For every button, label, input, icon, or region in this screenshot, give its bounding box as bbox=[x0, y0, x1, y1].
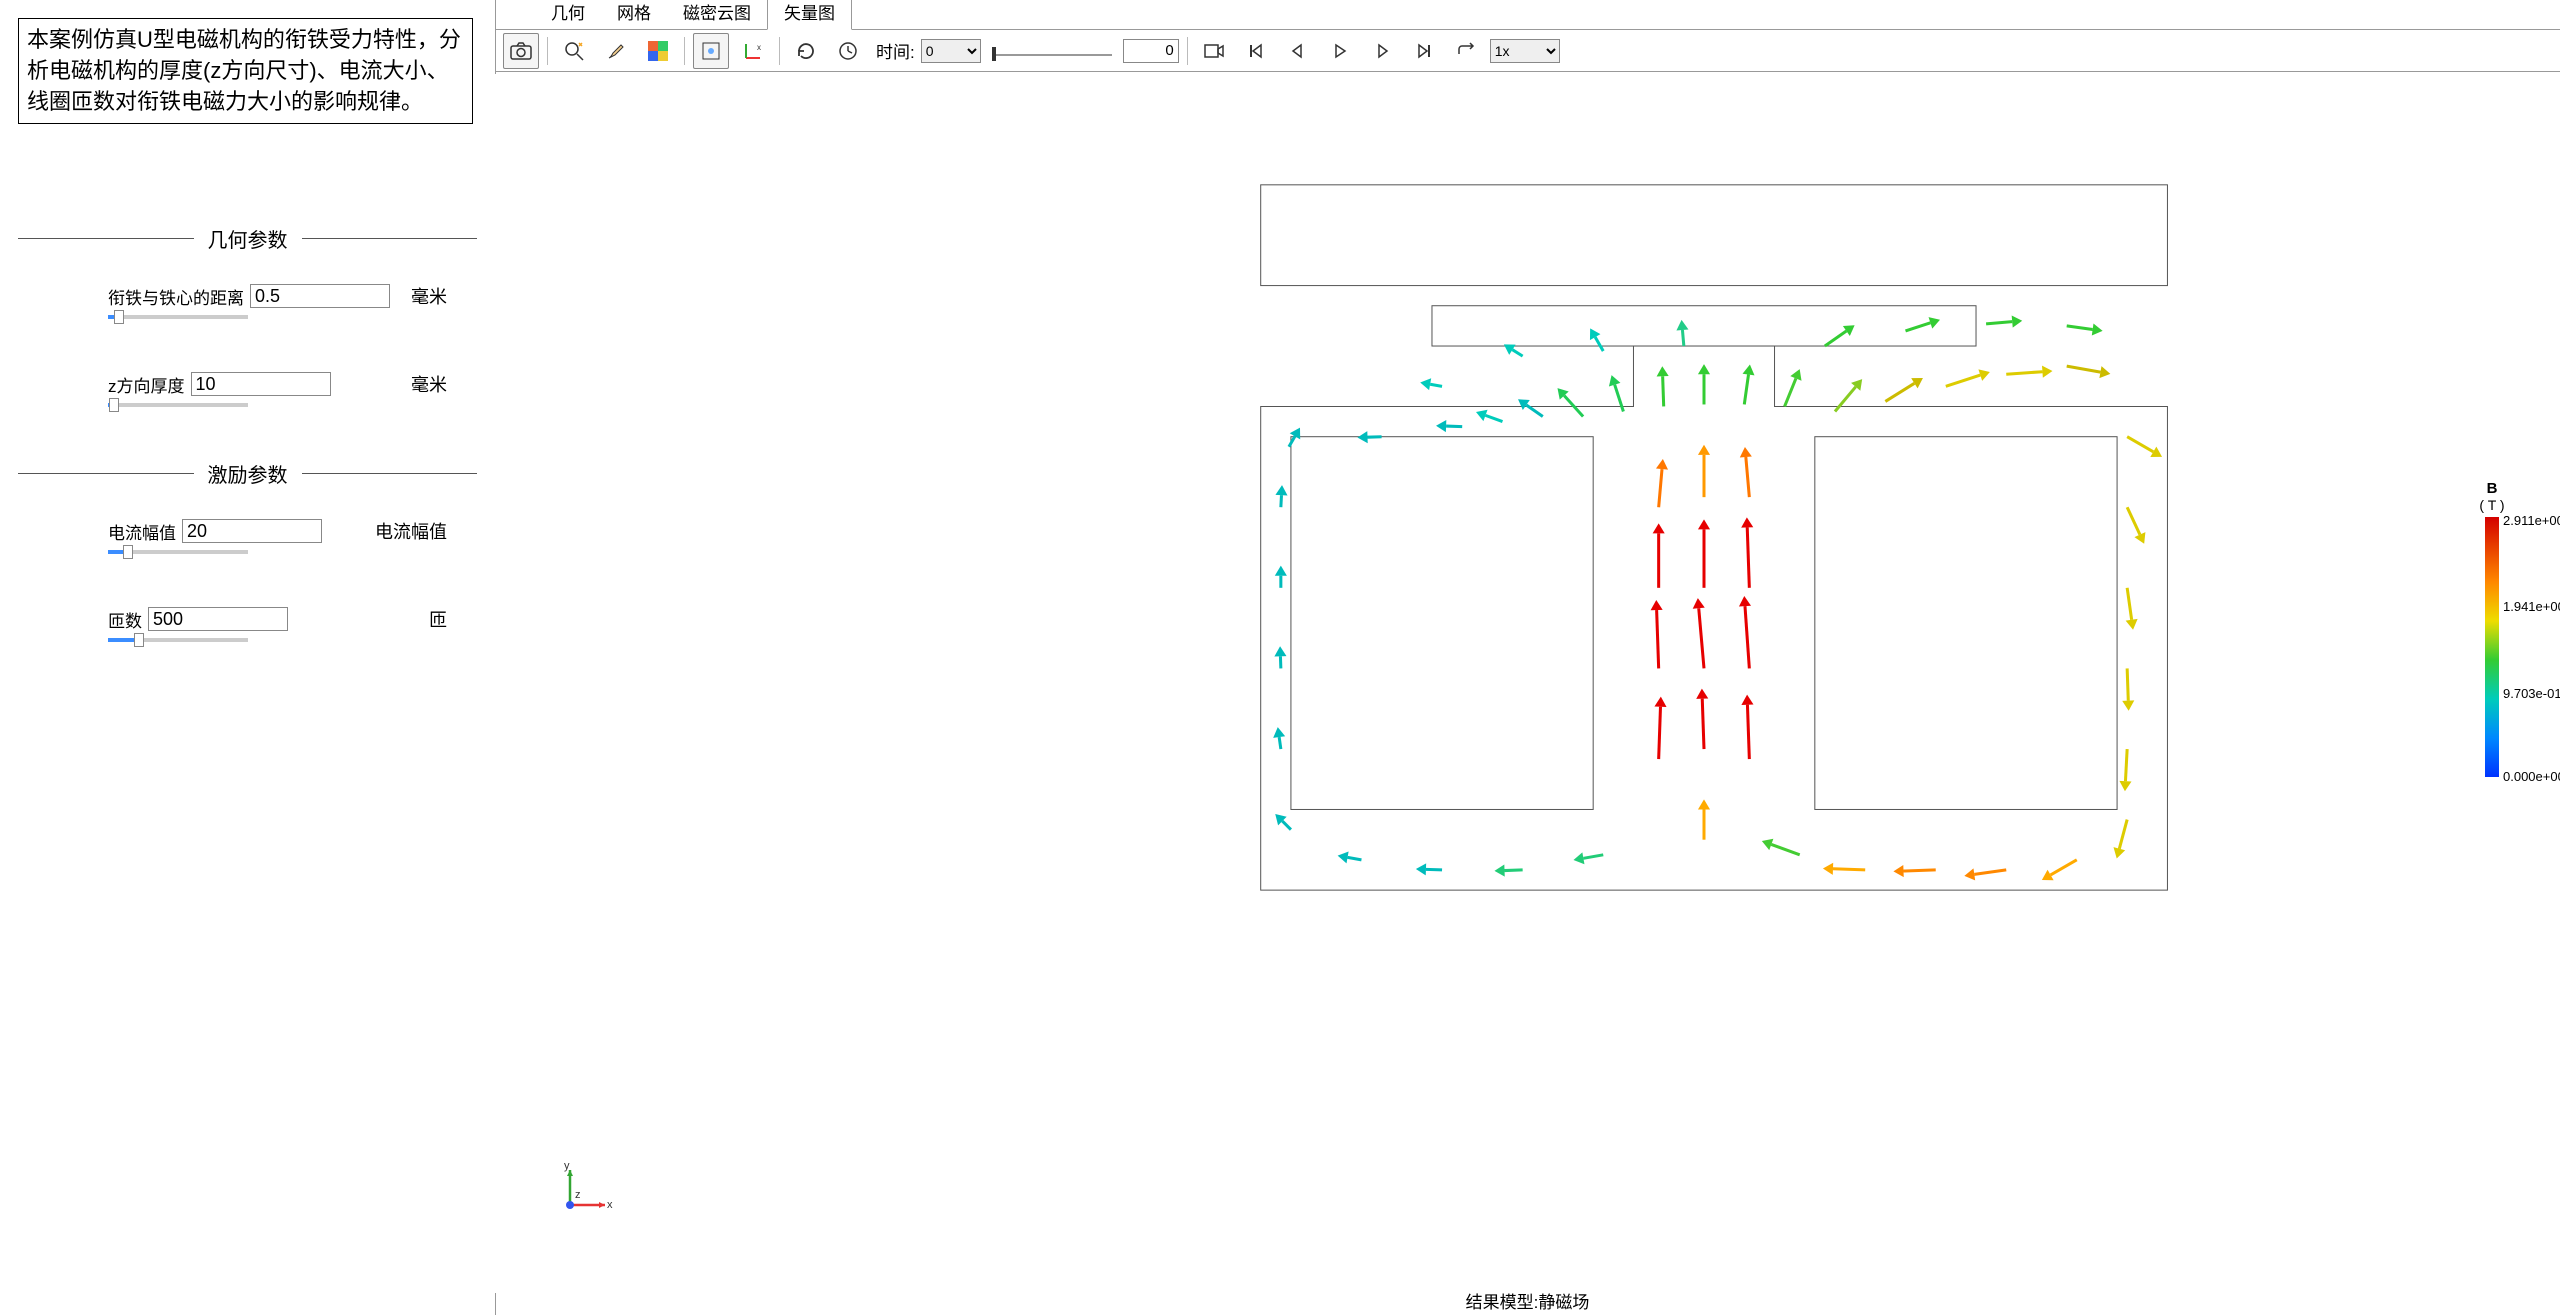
legend-bar: 2.911e+00 1.941e+00 9.703e-01 0.000e+00 bbox=[2485, 517, 2499, 777]
param-turns-slider[interactable] bbox=[108, 638, 248, 642]
param-turns-unit: 匝 bbox=[429, 606, 447, 632]
param-thickness-label: z方向厚度 bbox=[108, 372, 185, 397]
zoom-icon[interactable] bbox=[556, 33, 592, 69]
legend-title: B bbox=[2452, 480, 2532, 497]
camera-icon[interactable] bbox=[503, 33, 539, 69]
clock-icon[interactable] bbox=[830, 33, 866, 69]
skip-end-icon[interactable] bbox=[1406, 33, 1442, 69]
toolbar: x 时间: 0 1x bbox=[495, 30, 2560, 72]
time-select[interactable]: 0 bbox=[921, 39, 981, 63]
param-gap: 衔铁与铁心的距离 毫米 bbox=[18, 283, 477, 309]
record-icon[interactable] bbox=[1196, 33, 1232, 69]
time-box[interactable] bbox=[1123, 39, 1179, 63]
legend-tick: 9.703e-01 bbox=[2503, 686, 2560, 701]
skip-start-icon[interactable] bbox=[1238, 33, 1274, 69]
param-gap-slider[interactable] bbox=[108, 315, 248, 319]
param-thickness-slider[interactable] bbox=[108, 403, 248, 407]
legend-tick: 2.911e+00 bbox=[2503, 513, 2560, 528]
section-excitation-header: 激励参数 bbox=[18, 459, 477, 488]
param-current-unit: 电流幅值 bbox=[375, 518, 447, 544]
color-legend: B ( T ) 2.911e+00 1.941e+00 9.703e-01 0.… bbox=[2452, 480, 2532, 777]
param-turns-input[interactable] bbox=[148, 607, 288, 631]
play-icon[interactable] bbox=[1322, 33, 1358, 69]
param-turns-label: 匝数 bbox=[108, 607, 142, 632]
step-forward-icon[interactable] bbox=[1364, 33, 1400, 69]
param-gap-unit: 毫米 bbox=[411, 283, 447, 309]
axis-gizmo: x y z bbox=[555, 1160, 615, 1223]
tab-contour[interactable]: 磁密云图 bbox=[667, 0, 767, 29]
refresh-icon[interactable] bbox=[788, 33, 824, 69]
legend-tick: 0.000e+00 bbox=[2503, 769, 2560, 784]
param-gap-label: 衔铁与铁心的距离 bbox=[108, 284, 244, 309]
timeline-slider[interactable] bbox=[987, 41, 1117, 61]
svg-text:x: x bbox=[757, 43, 761, 52]
geometry-svg bbox=[495, 74, 2510, 1283]
param-thickness: z方向厚度 毫米 bbox=[18, 371, 477, 397]
legend-tick: 1.941e+00 bbox=[2503, 599, 2560, 614]
legend-unit: ( T ) bbox=[2452, 497, 2532, 513]
svg-text:z: z bbox=[575, 1189, 581, 1201]
brush-icon[interactable] bbox=[598, 33, 634, 69]
param-gap-input[interactable] bbox=[250, 284, 390, 308]
case-description: 本案例仿真U型电磁机构的衔铁受力特性，分析电磁机构的厚度(z方向尺寸)、电流大小… bbox=[18, 18, 473, 124]
axes-toggle-icon[interactable]: x bbox=[735, 33, 771, 69]
loop-icon[interactable] bbox=[1448, 33, 1484, 69]
color-cube-icon[interactable] bbox=[640, 33, 676, 69]
tab-vector[interactable]: 矢量图 bbox=[767, 0, 852, 30]
param-current-slider[interactable] bbox=[108, 550, 248, 554]
step-back-icon[interactable] bbox=[1280, 33, 1316, 69]
tab-geometry[interactable]: 几何 bbox=[535, 0, 601, 29]
param-current-input[interactable] bbox=[182, 519, 322, 543]
main-panel: 几何 网格 磁密云图 矢量图 x 时间: 0 1x bbox=[495, 0, 2560, 1315]
viewport[interactable]: x y z bbox=[495, 74, 2510, 1293]
status-label: 结果模型:静磁场 bbox=[1466, 1288, 1590, 1313]
section-geometry-header: 几何参数 bbox=[18, 224, 477, 253]
view-tabs: 几何 网格 磁密云图 矢量图 bbox=[495, 0, 2560, 30]
svg-text:x: x bbox=[607, 1199, 613, 1211]
param-current-label: 电流幅值 bbox=[108, 519, 176, 544]
left-panel: 本案例仿真U型电磁机构的衔铁受力特性，分析电磁机构的厚度(z方向尺寸)、电流大小… bbox=[0, 0, 495, 1315]
param-turns: 匝数 匝 bbox=[18, 606, 477, 632]
speed-select[interactable]: 1x bbox=[1490, 39, 1560, 63]
tab-mesh[interactable]: 网格 bbox=[601, 0, 667, 29]
time-label: 时间: bbox=[876, 38, 915, 63]
param-thickness-unit: 毫米 bbox=[411, 371, 447, 397]
param-thickness-input[interactable] bbox=[191, 372, 331, 396]
svg-text:y: y bbox=[564, 1160, 570, 1172]
param-current: 电流幅值 电流幅值 bbox=[18, 518, 477, 544]
fit-view-icon[interactable] bbox=[693, 33, 729, 69]
